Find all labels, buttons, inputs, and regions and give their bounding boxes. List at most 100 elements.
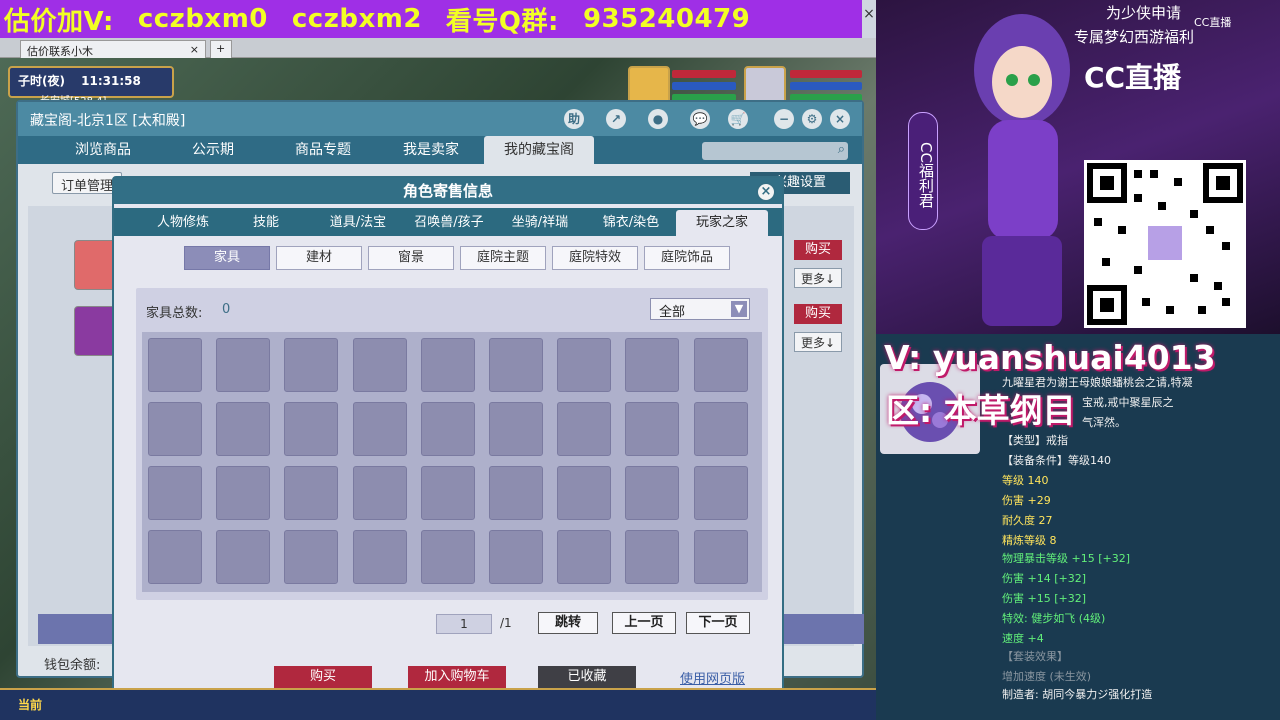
- chat-icon[interactable]: 💬: [690, 109, 710, 129]
- furniture-slot[interactable]: [352, 338, 407, 392]
- furniture-slot[interactable]: [557, 530, 612, 584]
- promo-banner: 估价加V: cczbxm0 cczbxm2 看号Q群: 935240479: [0, 0, 862, 38]
- time-value: 11:31:58: [81, 74, 141, 88]
- furniture-slot[interactable]: [693, 338, 748, 392]
- furniture-slot[interactable]: [216, 530, 271, 584]
- role-close-button[interactable]: ×: [756, 182, 776, 202]
- banner-text-2: cczbxm0: [137, 4, 268, 34]
- category-furniture[interactable]: 家具: [184, 246, 270, 270]
- category-yard-decor[interactable]: 庭院饰品: [644, 246, 730, 270]
- item-desc-2: 宝戒,戒中聚星辰之: [1082, 396, 1174, 409]
- furniture-slot[interactable]: [352, 466, 407, 520]
- cc-live-logo-small: CC直播: [1194, 16, 1232, 29]
- web-version-link[interactable]: 使用网页版: [680, 668, 745, 687]
- furniture-slot[interactable]: [625, 530, 680, 584]
- furniture-slot[interactable]: [489, 530, 543, 584]
- furniture-slot[interactable]: [625, 402, 680, 456]
- search-icon[interactable]: ⌕: [838, 142, 845, 157]
- furniture-grid: [142, 332, 762, 592]
- qr-code: [1084, 160, 1246, 328]
- buy-button[interactable]: 购买: [794, 304, 842, 324]
- furniture-slot[interactable]: [489, 402, 543, 456]
- furniture-slot[interactable]: [693, 466, 748, 520]
- page-number-input[interactable]: 1: [436, 614, 492, 634]
- minimize-icon[interactable]: −: [774, 109, 794, 129]
- furniture-slot[interactable]: [148, 466, 202, 520]
- settings-icon[interactable]: ⚙: [802, 109, 822, 129]
- channel-label[interactable]: 当前: [18, 696, 42, 713]
- new-tab-button[interactable]: +: [210, 40, 232, 58]
- tab-public[interactable]: 公示期: [158, 136, 268, 164]
- share-icon[interactable]: ↗: [606, 109, 626, 129]
- furniture-slot[interactable]: [489, 466, 543, 520]
- tab-cultivation[interactable]: 人物修炼: [136, 210, 230, 236]
- furniture-slot[interactable]: [557, 338, 612, 392]
- chevron-down-icon[interactable]: ▼: [731, 301, 747, 317]
- browser-tab-close-icon[interactable]: ×: [190, 43, 199, 56]
- item-tooltip-panel: 九曜星君为谢王母娘娘蟠桃会之请,特凝 宝戒,戒中聚星辰之 气浑然。 【类型】戒指…: [876, 334, 1280, 720]
- furniture-slot[interactable]: [489, 338, 543, 392]
- furniture-slot[interactable]: [625, 466, 680, 520]
- furniture-slot[interactable]: [420, 402, 475, 456]
- cbg-title: 藏宝阁-北京1区 [太和殿]: [30, 113, 186, 129]
- help-icon[interactable]: 助: [564, 109, 584, 129]
- furniture-slot[interactable]: [148, 530, 202, 584]
- furniture-slot[interactable]: [420, 530, 475, 584]
- more-button[interactable]: 更多↓: [794, 268, 842, 288]
- furniture-slot[interactable]: [284, 466, 339, 520]
- buy-button[interactable]: 购买: [274, 666, 372, 688]
- furniture-slot[interactable]: [148, 402, 202, 456]
- category-materials[interactable]: 建材: [276, 246, 362, 270]
- furniture-slot[interactable]: [420, 466, 475, 520]
- tab-my-cbg[interactable]: 我的藏宝阁: [484, 136, 594, 164]
- furniture-slot[interactable]: [557, 466, 612, 520]
- category-yard-theme[interactable]: 庭院主题: [460, 246, 546, 270]
- jump-button[interactable]: 跳转: [538, 612, 598, 634]
- furniture-slot[interactable]: [148, 338, 202, 392]
- record-icon[interactable]: ●: [648, 109, 668, 129]
- close-icon[interactable]: ×: [830, 109, 850, 129]
- favorited-button[interactable]: 已收藏: [538, 666, 636, 688]
- search-input[interactable]: ⌕: [702, 142, 848, 160]
- tab-topics[interactable]: 商品专题: [268, 136, 378, 164]
- tab-items[interactable]: 道具/法宝: [312, 210, 404, 236]
- furniture-slot[interactable]: [693, 530, 748, 584]
- more-button[interactable]: 更多↓: [794, 332, 842, 352]
- furniture-slot[interactable]: [420, 338, 475, 392]
- furniture-slot[interactable]: [352, 402, 407, 456]
- furniture-slot[interactable]: [284, 338, 339, 392]
- furniture-slot[interactable]: [284, 530, 339, 584]
- item-desc-3: 气浑然。: [1082, 416, 1126, 429]
- next-page-button[interactable]: 下一页: [686, 612, 750, 634]
- banner-close-button[interactable]: ×: [862, 0, 876, 38]
- tab-browse[interactable]: 浏览商品: [48, 136, 158, 164]
- item-speed: 速度 +4: [1002, 632, 1044, 645]
- browser-tab[interactable]: 估价联系小木 ×: [20, 40, 206, 58]
- promo-line-2: 专属梦幻西游福利: [1074, 28, 1195, 46]
- filter-select[interactable]: 全部 ▼: [650, 298, 750, 320]
- furniture-slot[interactable]: [352, 530, 407, 584]
- role-title: 角色寄售信息: [114, 178, 782, 204]
- buy-button[interactable]: 购买: [794, 240, 842, 260]
- furniture-slot[interactable]: [284, 402, 339, 456]
- category-window[interactable]: 窗景: [368, 246, 454, 270]
- furniture-slot[interactable]: [557, 402, 612, 456]
- furniture-slot[interactable]: [216, 402, 271, 456]
- furniture-slot[interactable]: [693, 402, 748, 456]
- tab-costumes[interactable]: 锦衣/染色: [586, 210, 676, 236]
- tab-player-home[interactable]: 玩家之家: [676, 210, 768, 236]
- item-type: 【类型】戒指: [1002, 434, 1068, 447]
- cart-icon[interactable]: 🛒: [728, 109, 748, 129]
- item-level: 等级 140: [1002, 474, 1049, 487]
- furniture-slot[interactable]: [625, 338, 680, 392]
- item-damage-2: 伤害 +14 [+32]: [1002, 572, 1087, 585]
- prev-page-button[interactable]: 上一页: [612, 612, 676, 634]
- furniture-slot[interactable]: [216, 466, 271, 520]
- category-yard-effect[interactable]: 庭院特效: [552, 246, 638, 270]
- tab-pets[interactable]: 召唤兽/孩子: [402, 210, 496, 236]
- tab-seller[interactable]: 我是卖家: [376, 136, 486, 164]
- tab-mounts[interactable]: 坐骑/祥瑞: [494, 210, 586, 236]
- furniture-slot[interactable]: [216, 338, 271, 392]
- add-to-cart-button[interactable]: 加入购物车: [408, 666, 506, 688]
- tab-skills[interactable]: 技能: [222, 210, 310, 236]
